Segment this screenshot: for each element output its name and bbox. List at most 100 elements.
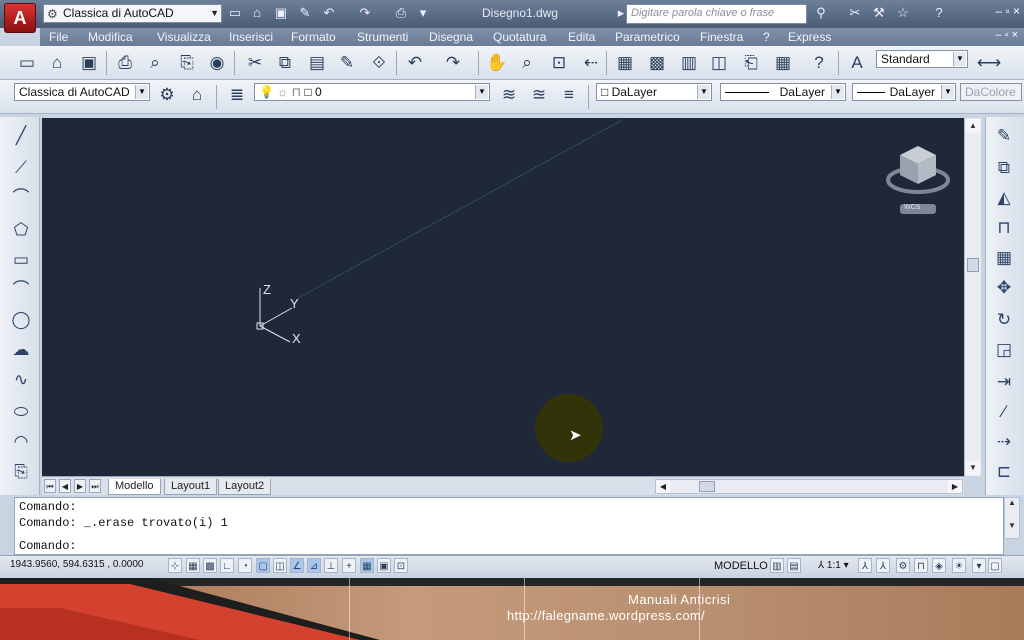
plot-preview-icon[interactable]: ⌕ [142, 50, 168, 76]
window-controls[interactable]: – ▫ × [995, 4, 1020, 18]
quick-view-layouts-icon[interactable]: ▥ [770, 558, 784, 573]
command-window[interactable]: Comando: Comando: _.erase trovato(i) 1 C… [14, 497, 1004, 555]
linetype-dropdown[interactable]: DaLayer ▼ [720, 83, 846, 101]
circle-icon[interactable]: ◯ [8, 307, 34, 333]
clean-screen-icon[interactable]: ▢ [988, 558, 1002, 573]
design-center-icon[interactable]: ▩ [644, 50, 670, 76]
infer-constraints-icon[interactable]: ⊹ [168, 558, 182, 573]
scroll-down-icon[interactable]: ▼ [966, 461, 980, 475]
text-style-dropdown[interactable]: Standard ▼ [876, 50, 968, 68]
redo-icon[interactable]: ↷ [356, 4, 374, 22]
ortho-icon[interactable]: ∟ [220, 558, 234, 573]
tab-layout1[interactable]: Layout1 [164, 479, 218, 495]
color-dropdown[interactable]: □ DaLayer ▼ [596, 83, 712, 101]
menu-disegna[interactable]: Disegna [429, 30, 473, 44]
trim-icon[interactable]: ⁄ [991, 399, 1017, 425]
polar-icon[interactable]: ◔ [238, 558, 252, 573]
cut-icon[interactable]: ✂ [242, 50, 268, 76]
match-properties-icon[interactable]: ✎ [334, 50, 360, 76]
menu-edita[interactable]: Edita [568, 30, 595, 44]
scrollbar-thumb[interactable] [967, 258, 979, 272]
array-icon[interactable]: ▦ [991, 245, 1017, 271]
quick-properties-icon[interactable]: ▣ [377, 558, 391, 573]
copy-icon[interactable]: ⧉ [272, 50, 298, 76]
make-current-layer-icon[interactable]: ≋ [496, 82, 522, 108]
next-tab-icon[interactable]: ▶ [74, 479, 86, 493]
star-icon[interactable]: ☆ [894, 4, 912, 22]
zoom-previous-icon[interactable]: ⇠ [578, 50, 604, 76]
gear-icon[interactable]: ⚙ [896, 558, 910, 573]
viewcube[interactable]: WCS [884, 138, 952, 218]
help-icon[interactable]: ? [930, 4, 948, 22]
scroll-up-icon[interactable]: ▲ [966, 119, 980, 133]
layer-states-icon[interactable]: ≡ [556, 82, 582, 108]
hardware-acceleration-icon[interactable]: ◈ [932, 558, 946, 573]
lock-icon[interactable]: ⊓ [914, 558, 928, 573]
line-icon[interactable]: ╱ [8, 123, 34, 149]
ellipse-icon[interactable]: ⬭ [8, 399, 34, 425]
offset-icon[interactable]: ⊓ [991, 215, 1017, 241]
paste-icon[interactable]: ▤ [304, 50, 330, 76]
undo-icon[interactable]: ↶ [320, 4, 338, 22]
ducs-icon[interactable]: ⊿ [307, 558, 321, 573]
help-icon[interactable]: ? [806, 50, 832, 76]
3d-osnap-icon[interactable]: ◫ [273, 558, 287, 573]
properties-icon[interactable]: ▦ [612, 50, 638, 76]
annotation-visibility-icon[interactable]: ⅄ [858, 558, 872, 573]
menu-express[interactable]: Express [788, 30, 831, 44]
zoom-realtime-icon[interactable]: ⌕ [514, 50, 540, 76]
menu-quotatura[interactable]: Quotatura [493, 30, 546, 44]
save-as-icon[interactable]: ✎ [296, 4, 314, 22]
menu-help[interactable]: ? [763, 30, 770, 44]
workspace-dropdown[interactable]: Classica di AutoCAD ▼ [14, 83, 150, 101]
new-icon[interactable]: ▭ [226, 4, 244, 22]
markup-icon[interactable]: ⎗ [738, 50, 764, 76]
move-icon[interactable]: ✥ [991, 275, 1017, 301]
lineweight-icon[interactable]: + [342, 558, 356, 573]
save-icon[interactable]: ▣ [76, 50, 102, 76]
extend-icon[interactable]: ⇢ [991, 429, 1017, 455]
block-editor-icon[interactable]: ⟐ [366, 50, 392, 76]
wrench-icon[interactable]: ✂ [846, 4, 864, 22]
binoculars-icon[interactable]: ⚲ [812, 4, 830, 22]
scroll-right-icon[interactable]: ▶ [948, 480, 962, 493]
layer-previous-icon[interactable]: ≊ [526, 82, 552, 108]
open-icon[interactable]: ⌂ [44, 50, 70, 76]
menu-modifica[interactable]: Modifica [88, 30, 133, 44]
lineweight-dropdown[interactable]: DaLayer ▼ [852, 83, 956, 101]
rotate-icon[interactable]: ↻ [991, 307, 1017, 333]
search-input[interactable]: Digitare parola chiave o frase [626, 4, 807, 24]
drawing-canvas[interactable]: Z Y X WCS ➤ [42, 118, 964, 476]
tool-palettes-icon[interactable]: ▥ [676, 50, 702, 76]
stretch-icon[interactable]: ⇥ [991, 369, 1017, 395]
plot-icon[interactable]: ⎙ [112, 50, 138, 76]
polyline-icon[interactable]: ⌒ [8, 185, 34, 211]
vertical-scrollbar[interactable]: ▲ ▼ [964, 118, 981, 476]
pan-icon[interactable]: ✋ [484, 50, 510, 76]
dyn-icon[interactable]: ⊥ [324, 558, 338, 573]
coordinate-readout[interactable]: 1943.9560, 594.6315 , 0.0000 [10, 559, 143, 570]
model-space-toggle[interactable]: MODELLO [714, 560, 768, 572]
rectangle-icon[interactable]: ▭ [8, 247, 34, 273]
open-icon[interactable]: ⌂ [248, 4, 266, 22]
menu-visualizza[interactable]: Visualizza [157, 30, 211, 44]
previous-tab-icon[interactable]: ◀ [59, 479, 71, 493]
erase-icon[interactable]: ✎ [991, 123, 1017, 149]
undo-icon[interactable]: ↶ [402, 50, 428, 76]
horizontal-scrollbar[interactable]: ◀ ▶ [655, 479, 963, 494]
scrollbar-thumb[interactable] [699, 481, 715, 492]
transparency-icon[interactable]: ▦ [360, 558, 374, 573]
revision-cloud-icon[interactable]: ☁ [8, 337, 34, 363]
command-prompt[interactable]: Comando: [19, 539, 77, 553]
ellipse-arc-icon[interactable]: ◠ [8, 429, 34, 455]
chevron-down-icon[interactable]: ▾ [972, 558, 986, 573]
workspace-selector[interactable]: ⚙ Classica di AutoCAD ▼ [43, 4, 222, 23]
sheet-set-icon[interactable]: ◫ [706, 50, 732, 76]
calculator-icon[interactable]: ▦ [770, 50, 796, 76]
gear-icon[interactable]: ⚙ [154, 82, 180, 108]
zoom-window-icon[interactable]: ⊡ [546, 50, 572, 76]
application-menu-button[interactable]: A [4, 3, 36, 33]
dimension-style-icon[interactable]: ⟷ [976, 50, 1002, 76]
annotation-scale[interactable]: ⅄ 1:1 ▾ [818, 560, 849, 571]
text-style-icon[interactable]: A [844, 50, 870, 76]
